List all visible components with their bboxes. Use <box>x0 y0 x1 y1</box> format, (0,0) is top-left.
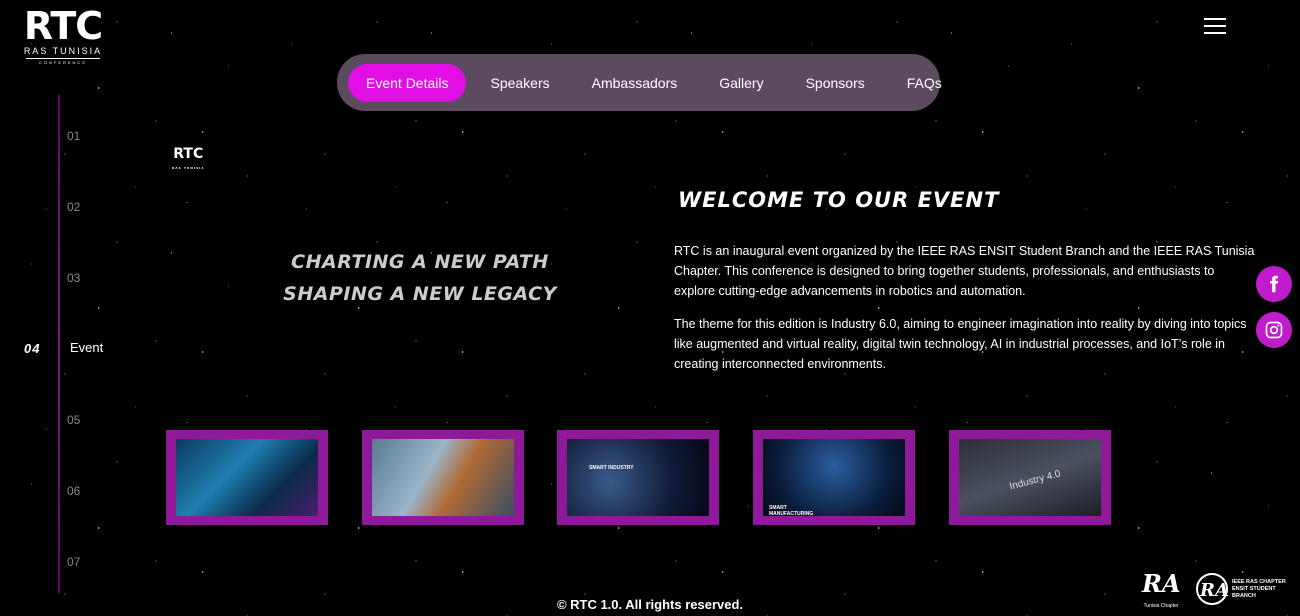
about-paragraph-2: The theme for this edition is Industry 6… <box>674 317 1247 371</box>
industry-4-image: Industry 4.0 <box>959 439 1101 516</box>
nav-faqs[interactable]: FAQs <box>889 64 960 102</box>
facebook-icon[interactable] <box>1256 266 1292 302</box>
gallery-thumb-1[interactable] <box>166 430 328 525</box>
logo-sub-text: RAS TUNISIA <box>23 46 103 56</box>
section-progress-line <box>58 95 60 593</box>
main-nav: Event Details Speakers Ambassadors Galle… <box>337 54 942 111</box>
smart-manufacturing-image: SMART MANUFACTURING <box>763 439 905 517</box>
nav-ambassadors[interactable]: Ambassadors <box>574 64 696 102</box>
svg-text:RA: RA <box>1141 569 1181 598</box>
partner2-label: IEEE RAS CHAPTER ENSIT STUDENT BRANCH <box>1232 578 1286 599</box>
ras-tunisia-chapter-logo: RA Tunisia Chapter <box>1138 568 1184 610</box>
hero-small-logo: RTC RAS TUNISIA <box>172 147 205 175</box>
about-paragraph-1: RTC is an inaugural event organized by t… <box>674 244 1255 298</box>
section-step-03[interactable]: 03 <box>67 271 80 285</box>
hero-tagline: CHARTING A NEW PATH SHAPING A NEW LEGACY <box>270 246 570 310</box>
engineer-vr-image <box>372 439 514 516</box>
copyright-text: © RTC 1.0. All rights reserved. <box>556 597 744 612</box>
welcome-heading: WELCOME TO OUR EVENT <box>678 188 1000 212</box>
tagline-line-1: CHARTING A NEW PATH <box>291 251 549 273</box>
thumb-caption-3: SMART INDUSTRY <box>589 465 634 471</box>
smart-city-image <box>176 439 318 516</box>
hero-small-logo-sub: RAS TUNISIA <box>172 166 205 170</box>
smart-industry-image: SMART INDUSTRY <box>567 439 709 516</box>
section-step-06[interactable]: 06 <box>67 484 80 498</box>
section-step-01[interactable]: 01 <box>67 129 80 143</box>
section-step-07[interactable]: 07 <box>67 555 80 569</box>
section-step-active-number[interactable]: 04 <box>24 341 40 356</box>
gallery-thumb-3[interactable]: SMART INDUSTRY <box>557 430 719 525</box>
site-logo[interactable]: RTC RAS TUNISIA CONFERENCE <box>18 6 108 65</box>
nav-sponsors[interactable]: Sponsors <box>788 64 883 102</box>
gallery-thumb-5[interactable]: Industry 4.0 <box>949 430 1111 525</box>
gallery-thumb-4[interactable]: SMART MANUFACTURING <box>753 430 915 525</box>
thumb-caption-4: SMART MANUFACTURING <box>769 505 814 517</box>
nav-speakers[interactable]: Speakers <box>472 64 567 102</box>
logo-conference-text: CONFERENCE <box>26 58 100 65</box>
logo-main-text: RTC <box>23 4 103 48</box>
section-step-05[interactable]: 05 <box>67 413 80 427</box>
section-step-active-label: Event <box>70 340 104 355</box>
gallery-thumb-2[interactable] <box>362 430 524 525</box>
partner1-label: Tunisia Chapter <box>1143 603 1179 609</box>
nav-gallery[interactable]: Gallery <box>701 64 781 102</box>
hero-small-logo-text: RTC <box>173 146 204 162</box>
ras-ensit-branch-logo: RA IEEE RAS CHAPTER ENSIT STUDENT BRANCH <box>1192 568 1296 610</box>
tagline-line-2: SHAPING A NEW LEGACY <box>283 283 557 305</box>
thumb-caption-5: Industry 4.0 <box>1008 468 1062 493</box>
nav-event-details[interactable]: Event Details <box>348 63 467 102</box>
menu-icon[interactable] <box>1204 18 1226 34</box>
instagram-icon[interactable] <box>1256 312 1292 348</box>
section-step-02[interactable]: 02 <box>67 200 80 214</box>
svg-text:RA: RA <box>1199 580 1229 601</box>
